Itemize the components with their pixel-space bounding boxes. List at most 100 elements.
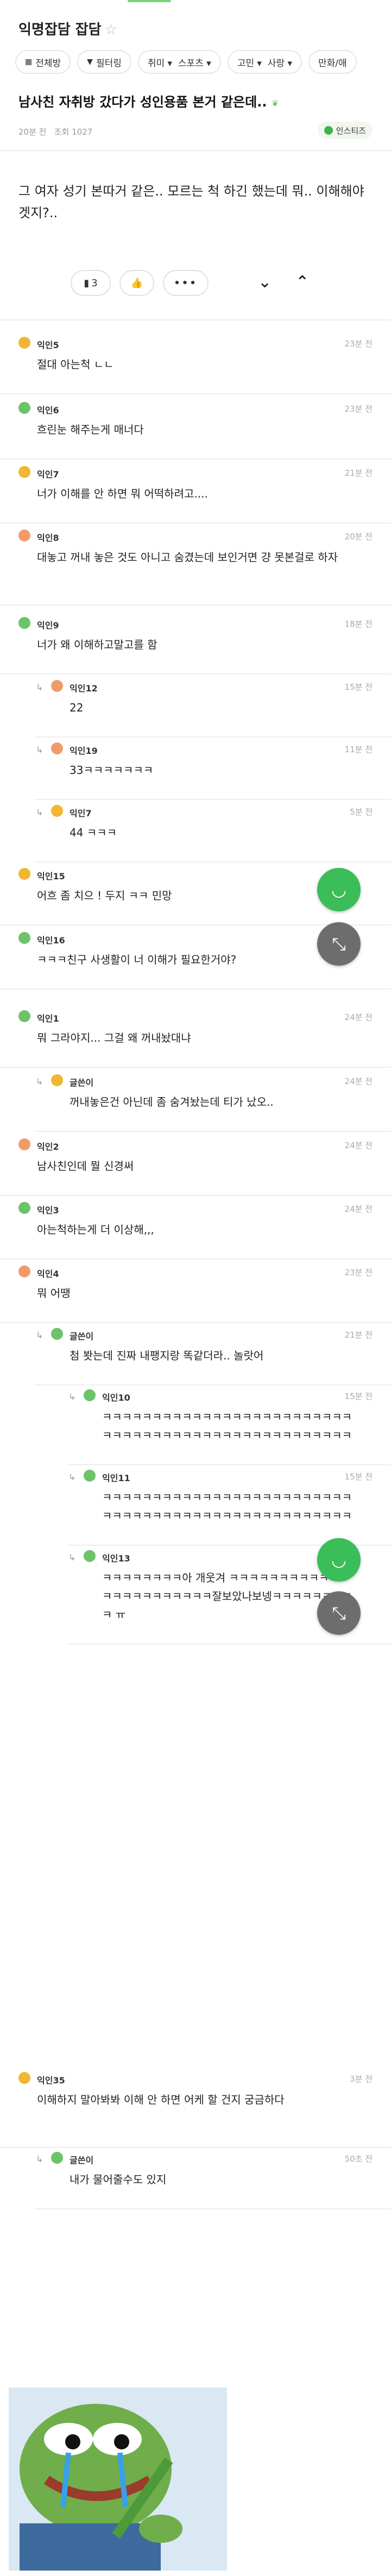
avatar-icon bbox=[18, 337, 30, 349]
comment-item: 익인6 23분 전 흐린눈 해주는게 매너다 bbox=[0, 402, 391, 455]
divider bbox=[35, 1131, 391, 1132]
avatar-icon bbox=[84, 1470, 96, 1482]
avatar-icon bbox=[18, 530, 30, 541]
avatar-icon bbox=[18, 1202, 30, 1214]
avatar-icon bbox=[18, 932, 30, 944]
divider bbox=[67, 1643, 391, 1645]
comment-author: 익인11 bbox=[102, 1473, 130, 1483]
comment-time: 21분 전 bbox=[344, 1330, 373, 1340]
bookmark-icon: ▮ bbox=[84, 277, 90, 289]
comment-time: 15분 전 bbox=[344, 1391, 373, 1401]
comment-text: ㅋㅋㅋㅋㅋㅋㅋㅋㅋㅋㅋㅋㅋㅋㅋㅋㅋㅋㅋㅋㅋㅋㅋㅋㅋㅋㅋㅋㅋㅋㅋㅋㅋㅋㅋㅋㅋㅋㅋㅋ… bbox=[102, 1491, 352, 1522]
channel-badge[interactable]: 인스티즈 bbox=[317, 122, 373, 139]
reply-arrow-icon: ↳ bbox=[36, 2154, 43, 2164]
chevron-down-icon[interactable]: ⌄ bbox=[258, 273, 272, 292]
comment-text: 남사친인데 뭘 신경써 bbox=[37, 1160, 134, 1173]
comment-author: 익인9 bbox=[37, 620, 59, 631]
chip-worry-love[interactable]: 고민 ▾ 사랑 ▾ bbox=[227, 50, 302, 74]
comment-time: 11분 전 bbox=[344, 745, 373, 754]
avatar-icon bbox=[18, 1265, 30, 1277]
comment-item: 익인4 23분 전뭐 어땡 bbox=[0, 1265, 391, 1319]
smile-fab-2[interactable]: ◡ bbox=[317, 1538, 361, 1582]
post-actions: ▮ 3 👍 ••• bbox=[71, 270, 209, 296]
bookmark-button[interactable]: ▮ 3 bbox=[71, 270, 111, 296]
avatar-icon bbox=[84, 1550, 96, 1562]
comment-time: 24분 전 bbox=[344, 1141, 373, 1150]
chip-filtering[interactable]: ▼ 필터링 bbox=[77, 50, 131, 74]
collapse-fab-2[interactable]: ⤡ bbox=[317, 1591, 361, 1635]
chip-hobby-sports[interactable]: 취미 ▾ 스포츠 ▾ bbox=[137, 50, 221, 74]
divider bbox=[0, 319, 391, 320]
comment-text: 22 bbox=[70, 701, 84, 714]
more-button[interactable]: ••• bbox=[163, 270, 209, 296]
comment-author: 익인2 bbox=[37, 1142, 59, 1152]
comment-author: 글쓴이 bbox=[70, 1331, 94, 1341]
comment-text: 흐린눈 해주는게 매너다 bbox=[37, 423, 144, 436]
collapse-icon: ⤡ bbox=[332, 1602, 346, 1623]
divider bbox=[0, 2147, 391, 2148]
scroll-indicator bbox=[128, 0, 171, 2]
divider bbox=[0, 673, 391, 675]
chip-label: 취미 ▾ 스포츠 ▾ bbox=[147, 58, 211, 69]
comment-text: 꺼내놓은건 아닌데 좀 숨겨놨는데 티가 났오.. bbox=[70, 1095, 274, 1109]
post-body: 그 여자 성기 본따거 같은.. 모르는 척 하긴 했는데 뭐.. 이해해야 겟… bbox=[18, 184, 364, 221]
comment-text: 너가 왜 이해하고말고를 함 bbox=[37, 638, 157, 651]
avatar-icon bbox=[51, 1328, 63, 1340]
like-button[interactable]: 👍 bbox=[119, 270, 154, 296]
bookmark-count: 3 bbox=[91, 277, 98, 289]
board-title-text: 익명잡담 잡담 bbox=[18, 22, 102, 38]
comment-time: 24분 전 bbox=[344, 1076, 373, 1086]
pepe-frog-image bbox=[9, 2388, 227, 2571]
divider bbox=[67, 1464, 391, 1465]
comment-time: 3분 전 bbox=[350, 2074, 373, 2084]
chip-label: 만화/애 bbox=[318, 58, 347, 69]
chip-label: 전체방 bbox=[35, 58, 61, 69]
comment-time: 23분 전 bbox=[344, 404, 373, 414]
chevron-up-icon[interactable]: ⌃ bbox=[295, 273, 309, 292]
comment-author: 익인8 bbox=[37, 533, 59, 543]
comment-item: 익인1 24분 전뭐 그라야지... 그걸 왜 꺼내놨대냐 bbox=[0, 1010, 391, 1063]
comment-text: 44 ㅋㅋㅋ bbox=[70, 826, 117, 839]
comment-text: 아는척하는게 더 이상해,,, bbox=[37, 1223, 154, 1236]
comment-text: 첨 봣는데 진짜 내팽지랑 똑같더라.. 놀랏어 bbox=[70, 1349, 264, 1362]
chip-all-rooms[interactable]: ▦ 전체방 bbox=[15, 50, 71, 74]
avatar-icon bbox=[51, 680, 63, 692]
smile-icon: ◡ bbox=[331, 1550, 346, 1570]
divider bbox=[0, 522, 391, 524]
comment-author: 익인1 bbox=[37, 1013, 59, 1024]
post-nav: ⌄ ⌃ bbox=[258, 273, 309, 292]
comment-item: ↳ 익인12 15분 전 22 bbox=[0, 680, 391, 733]
leaf-icon: ❦ bbox=[271, 98, 279, 109]
channel-logo-icon bbox=[324, 126, 333, 135]
comment-text: 이해하지 말아봐봐 이해 안 하면 어케 할 건지 궁금하다 bbox=[37, 2093, 285, 2106]
avatar-icon bbox=[18, 617, 30, 629]
grid-icon: ▦ bbox=[25, 58, 33, 66]
comment-time: 24분 전 bbox=[344, 1012, 373, 1022]
more-dots-icon: ••• bbox=[174, 277, 198, 289]
comment-time: 23분 전 bbox=[344, 339, 373, 349]
comment-author: 익인16 bbox=[37, 935, 65, 946]
comment-text: 뭐 그라야지... 그걸 왜 꺼내놨대냐 bbox=[37, 1031, 191, 1044]
divider bbox=[0, 604, 391, 606]
comment-author: 익인12 bbox=[70, 683, 98, 694]
comment-item: 익인8 20분 전 대놓고 꺼내 놓은 것도 아니고 숨겼는데 보인거면 걍 못본걸… bbox=[0, 530, 391, 601]
reply-arrow-icon: ↳ bbox=[36, 682, 43, 692]
divider bbox=[0, 458, 391, 459]
post-title: 남사친 자취방 갔다가 성인용품 본거 같은데.. ❦ bbox=[18, 91, 355, 110]
smile-fab[interactable]: ◡ bbox=[317, 868, 361, 911]
comment-item: 익인5 23분 전 절대 아는척 ㄴㄴ bbox=[0, 337, 391, 390]
chip-comics[interactable]: 만화/애 bbox=[308, 50, 357, 74]
comment-author: 익인4 bbox=[37, 1269, 59, 1279]
smile-icon: ◡ bbox=[331, 879, 346, 900]
filter-bar: ▦ 전체방 ▼ 필터링 취미 ▾ 스포츠 ▾ 고민 ▾ 사랑 ▾ 만화/애 bbox=[15, 50, 391, 75]
comment-time: 5분 전 bbox=[350, 807, 373, 817]
avatar-icon bbox=[51, 805, 63, 817]
divider bbox=[0, 393, 391, 394]
collapse-fab[interactable]: ⤡ bbox=[317, 922, 361, 966]
comment-text: 어흐 좀 치으 ! 두지 ㅋㅋ 민망 bbox=[37, 889, 172, 902]
chip-label: 필터링 bbox=[96, 58, 122, 69]
post-title-text: 남사친 자취방 갔다가 성인용품 본거 같은데.. bbox=[18, 95, 267, 110]
comment-item: 익인9 18분 전 너가 왜 이해하고말고를 함 bbox=[0, 617, 391, 670]
favorite-star-icon[interactable]: ☆ bbox=[105, 22, 117, 38]
comment-text: ㅋㅋㅋ친구 사생활이 너 이해가 필요한거야? bbox=[37, 953, 237, 966]
